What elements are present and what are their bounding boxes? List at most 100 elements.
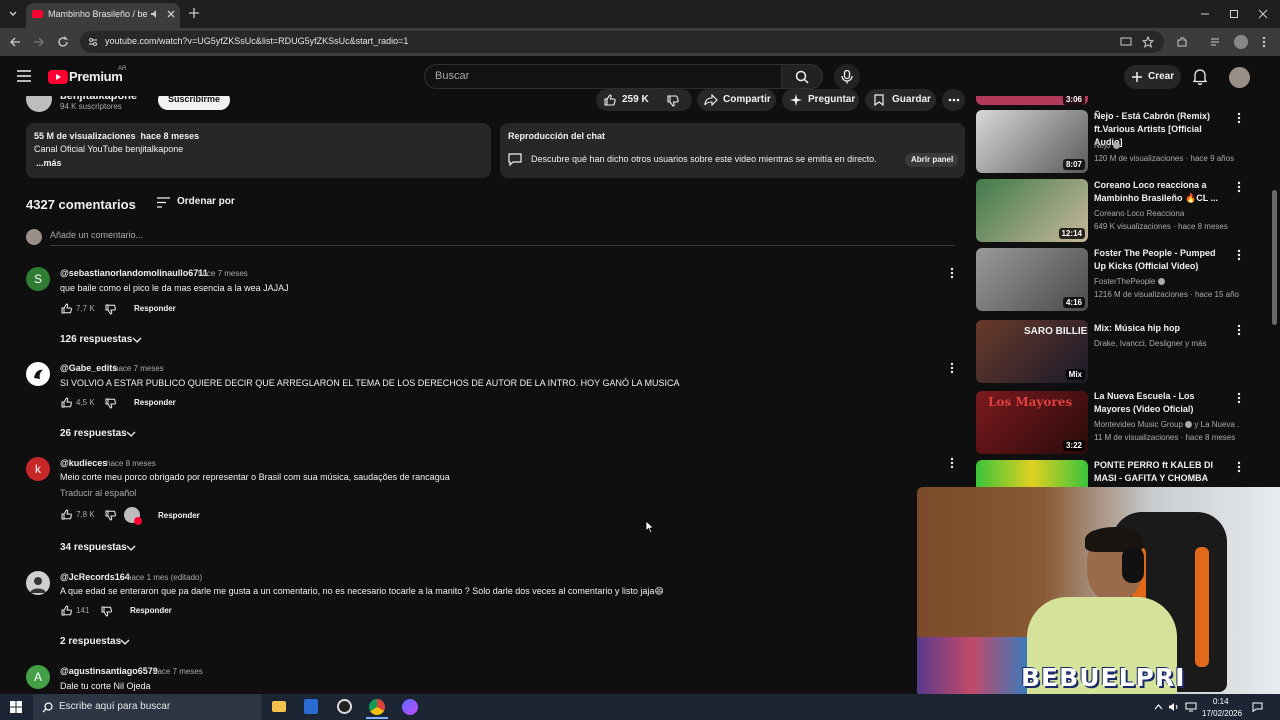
new-tab-icon[interactable] [189, 8, 199, 18]
notification-center-icon[interactable] [1252, 702, 1263, 712]
comment-author[interactable]: @sebastianorlandomolinaullo6711 [60, 268, 208, 278]
app-taskbar-icon[interactable] [304, 699, 318, 714]
comment-menu-icon[interactable] [950, 457, 954, 469]
comment-time[interactable]: hace 8 meses [106, 459, 156, 468]
replies-toggle[interactable]: 26 respuestas [60, 428, 127, 439]
thumbs-up-icon[interactable] [61, 509, 72, 520]
network-icon[interactable] [1185, 702, 1197, 712]
restore-icon[interactable] [1229, 9, 1239, 19]
reply-button[interactable]: Responder [134, 398, 176, 407]
open-panel-button[interactable]: Abrir panel [905, 153, 958, 167]
chevron-down-icon[interactable] [120, 639, 130, 645]
page-scrollbar-thumb[interactable] [1272, 190, 1277, 325]
thumbs-down-icon[interactable] [101, 606, 112, 617]
channel-avatar[interactable] [26, 96, 52, 112]
windows-start-icon[interactable] [10, 701, 22, 713]
description-more-link[interactable]: ...más [36, 158, 62, 168]
comment-avatar[interactable] [26, 362, 50, 386]
recommendation-channel[interactable]: Ñejo [1094, 139, 1239, 152]
thumbs-down-icon[interactable] [105, 304, 116, 315]
recommendation-thumbnail[interactable] [976, 460, 1088, 488]
description-box[interactable]: 55 M de visualizaciones hace 8 meses Can… [26, 123, 491, 178]
thumbs-down-icon[interactable] [105, 510, 116, 521]
youtube-logo[interactable]: Premium AR [48, 66, 138, 87]
sort-by-button[interactable]: Ordenar por [157, 195, 237, 211]
recommendation-channel[interactable]: FosterThePeople [1094, 275, 1239, 288]
extensions-icon[interactable] [1176, 36, 1188, 48]
bookmark-star-icon[interactable] [1142, 36, 1154, 48]
minimize-icon[interactable] [1200, 9, 1210, 19]
recommendation-menu-icon[interactable] [1237, 324, 1241, 336]
recommendation-title[interactable]: La Nueva Escuela - Los Mayores (Video Of… [1094, 390, 1224, 416]
recommendation-menu-icon[interactable] [1237, 461, 1241, 473]
recommendation-thumbnail[interactable]: SARO BILLIE JEAN Mix [976, 320, 1088, 383]
recommendation-menu-icon[interactable] [1237, 181, 1241, 193]
comment-menu-icon[interactable] [950, 362, 954, 374]
chrome-icon[interactable] [369, 699, 385, 715]
comment-avatar[interactable]: S [26, 267, 50, 291]
comment-avatar[interactable] [26, 571, 50, 595]
file-explorer-icon[interactable] [272, 701, 286, 712]
obs-studio-icon[interactable] [337, 699, 352, 714]
forward-icon[interactable] [33, 36, 45, 48]
comment-avatar[interactable]: A [26, 665, 50, 689]
tray-chevron-up-icon[interactable] [1154, 704, 1163, 710]
comment-time[interactable]: hace 1 mes (editado) [127, 573, 202, 582]
dislike-button[interactable] [662, 89, 692, 111]
comment-time[interactable]: hace 7 meses [114, 364, 164, 373]
voice-search-button[interactable] [834, 64, 860, 90]
tab-close-icon[interactable] [166, 9, 176, 19]
recommendation-thumbnail[interactable]: 12:14 [976, 179, 1088, 242]
subscribe-button[interactable]: Suscribirme [158, 96, 230, 110]
close-window-icon[interactable] [1258, 9, 1268, 19]
more-actions-button[interactable] [942, 89, 965, 111]
reply-button[interactable]: Responder [130, 606, 172, 615]
taskbar-search-box[interactable]: Escribe aquí para buscar [33, 694, 261, 720]
messenger-icon[interactable] [402, 699, 418, 715]
media-control-icon[interactable] [1210, 36, 1222, 48]
comment-avatar[interactable]: k [26, 457, 50, 481]
replies-toggle[interactable]: 2 respuestas [60, 636, 121, 647]
volume-icon[interactable] [1168, 702, 1180, 712]
comment-author[interactable]: @JcRecords164 [60, 572, 130, 582]
recommendation-channel[interactable]: Montevideo Music Group y La Nueva ... [1094, 418, 1239, 431]
clock-date[interactable]: 17/02/2026 [1202, 709, 1242, 718]
browser-menu-icon[interactable] [1262, 36, 1266, 48]
recommendation-menu-icon[interactable] [1237, 249, 1241, 261]
recommendation-menu-icon[interactable] [1237, 112, 1241, 124]
recommendation-title[interactable]: Coreano Loco reacciona a Mambinho Brasil… [1094, 179, 1224, 205]
browser-tab-active[interactable]: Mambinho Brasileño / benjitalkapone [26, 3, 180, 28]
search-button[interactable] [781, 64, 823, 89]
share-button[interactable]: Compartir [697, 89, 776, 111]
reply-button[interactable]: Responder [158, 511, 200, 520]
recommendation-thumbnail[interactable]: 8:07 [976, 110, 1088, 173]
replies-toggle[interactable]: 126 respuestas [60, 334, 132, 345]
recommendation-channel[interactable]: Coreano Loco Reacciona [1094, 207, 1239, 220]
install-app-icon[interactable] [1120, 36, 1132, 48]
reply-button[interactable]: Responder [134, 304, 176, 313]
reload-icon[interactable] [57, 36, 69, 48]
notifications-bell-icon[interactable] [1193, 69, 1207, 85]
recommendation-title[interactable]: PONTE PERRO ft KALEB DI MASI - GAFITA Y … [1094, 459, 1224, 485]
chevron-down-icon[interactable] [126, 431, 136, 437]
tab-search-button[interactable] [6, 6, 20, 20]
comment-author[interactable]: @kudieces [60, 458, 107, 468]
search-input[interactable]: Buscar [424, 64, 782, 89]
comment-time[interactable]: hace 7 meses [153, 667, 203, 676]
comment-time[interactable]: hace 7 meses [198, 269, 248, 278]
site-info-icon[interactable] [87, 36, 99, 48]
comment-author[interactable]: @Gabe_edits [60, 363, 117, 373]
clock-time[interactable]: 0:14 [1213, 697, 1229, 706]
translate-link[interactable]: Traducir al español [60, 488, 136, 498]
like-button[interactable]: 259 K [596, 89, 654, 111]
create-button[interactable]: Crear [1124, 65, 1181, 89]
ask-button[interactable]: Preguntar [782, 89, 859, 111]
add-comment-input[interactable]: Añade un comentario... [50, 229, 955, 246]
comment-author[interactable]: @agustinsantiago6579 [60, 666, 158, 676]
user-avatar[interactable] [1229, 67, 1250, 88]
hamburger-menu-icon[interactable] [17, 70, 31, 82]
recommendation-title[interactable]: Foster The People - Pumped Up Kicks (Off… [1094, 247, 1224, 273]
comment-menu-icon[interactable] [950, 267, 954, 279]
chevron-down-icon[interactable] [126, 545, 136, 551]
save-button[interactable]: Guardar [865, 89, 936, 111]
